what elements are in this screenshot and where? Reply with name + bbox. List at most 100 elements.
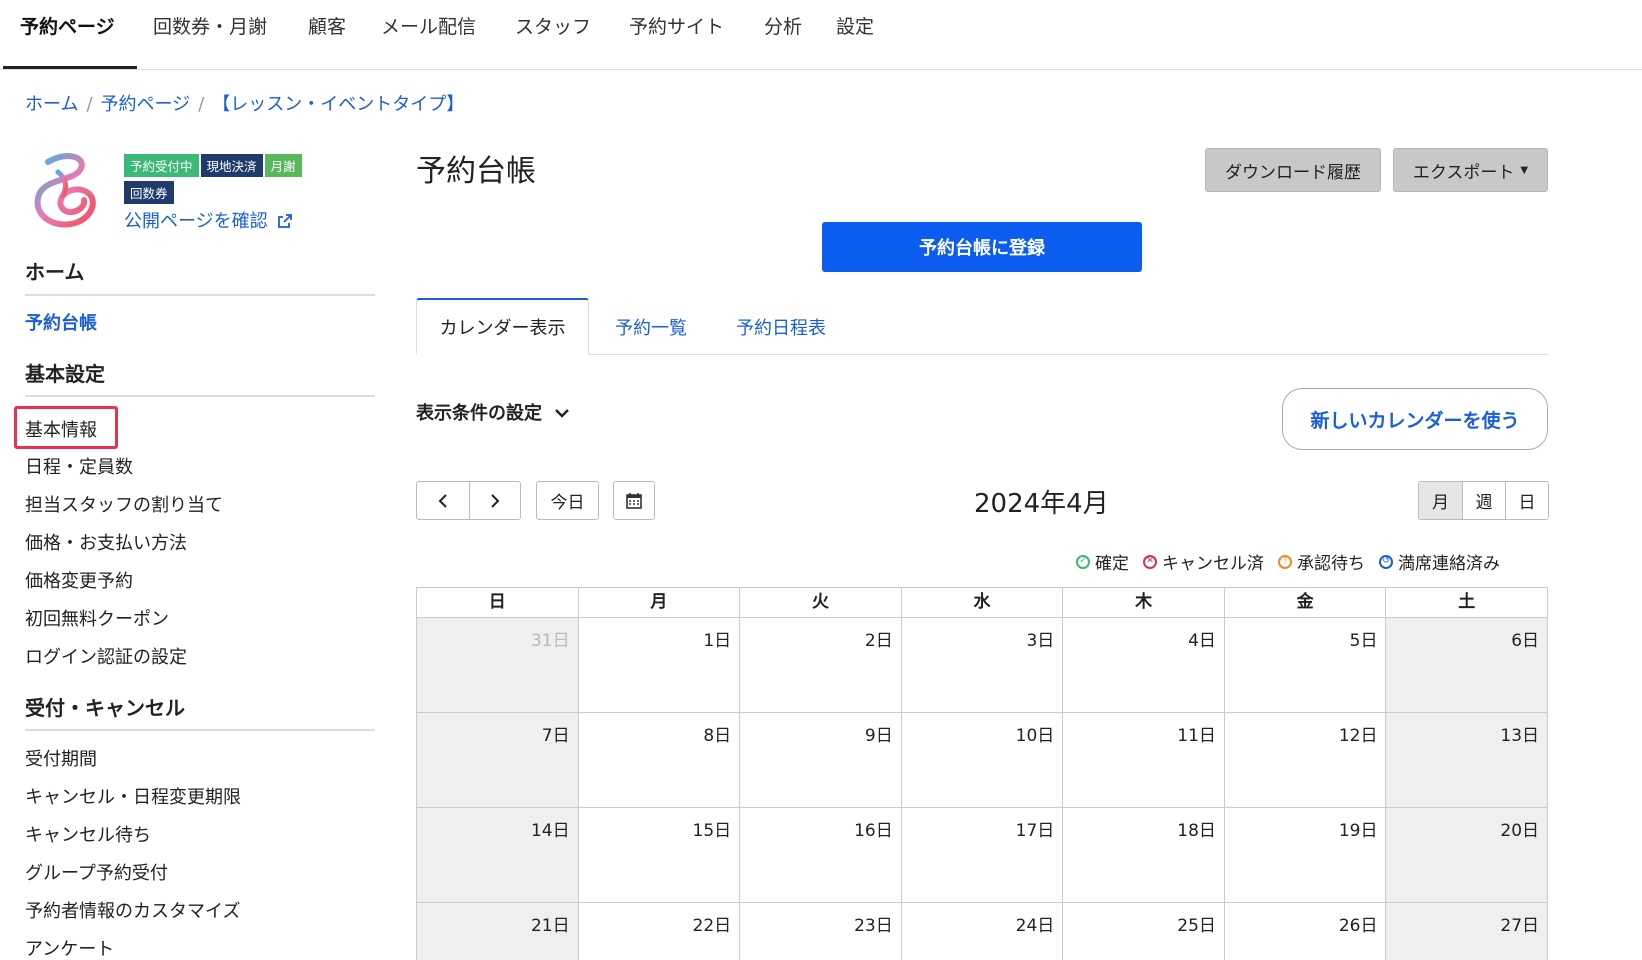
- calendar-day-cell[interactable]: 14日: [417, 808, 578, 902]
- sidebar-item-reception-period[interactable]: 受付期間: [25, 745, 97, 771]
- calendar-day-cell[interactable]: 5日: [1223, 618, 1386, 712]
- external-link-icon: [278, 214, 293, 228]
- check-icon: ✓: [1076, 554, 1090, 569]
- calendar-week: 21日 22日 23日 24日 25日 26日 27日: [416, 903, 1548, 960]
- calendar-day-cell[interactable]: 18日: [1062, 808, 1224, 902]
- nav-staff[interactable]: スタッフ: [515, 12, 591, 39]
- sidebar-item-price[interactable]: 価格・お支払い方法: [25, 529, 187, 555]
- download-history-button[interactable]: ダウンロード履歴: [1205, 148, 1381, 192]
- sidebar-item-coupon[interactable]: 初回無料クーポン: [25, 605, 169, 631]
- calendar-day-cell[interactable]: 27日: [1385, 903, 1548, 960]
- tab-schedule[interactable]: 予約日程表: [736, 298, 826, 355]
- breadcrumb-current[interactable]: 【レッスン・イベントタイプ】: [212, 94, 464, 115]
- prev-month-button[interactable]: [416, 481, 470, 520]
- breadcrumb-reservation-page[interactable]: 予約ページ: [101, 94, 191, 115]
- weekday-label: 火: [739, 588, 901, 617]
- calendar-day-cell[interactable]: 31日: [417, 618, 578, 712]
- calendar-day-cell[interactable]: 1日: [577, 618, 740, 712]
- view-switcher: 月 週 日: [1418, 481, 1549, 520]
- sidebar-heading-reception: 受付・キャンセル: [25, 696, 185, 720]
- calendar-day-cell[interactable]: 23日: [739, 903, 901, 960]
- calendar-day-cell[interactable]: 11日: [1062, 713, 1224, 807]
- breadcrumb-home[interactable]: ホーム: [25, 94, 78, 115]
- calendar-day-cell[interactable]: 9日: [739, 713, 901, 807]
- nav-tickets[interactable]: 回数券・月謝: [153, 12, 267, 39]
- calendar-day-cell[interactable]: 21日: [417, 903, 578, 960]
- sidebar-item-cancel-deadline[interactable]: キャンセル・日程変更期限: [25, 783, 241, 809]
- nav-analytics[interactable]: 分析: [764, 12, 802, 39]
- calendar-day-cell[interactable]: 15日: [577, 808, 740, 902]
- page-title: 予約台帳: [416, 154, 536, 189]
- calendar-day-cell[interactable]: 6日: [1385, 618, 1548, 712]
- calendar-day-cell[interactable]: 22日: [577, 903, 740, 960]
- sidebar-item-group[interactable]: グループ予約受付: [25, 859, 168, 885]
- weekday-label: 木: [1062, 588, 1224, 617]
- sidebar-divider: [25, 395, 375, 397]
- sidebar-item-survey[interactable]: アンケート: [25, 935, 114, 960]
- calendar-day-cell[interactable]: 25日: [1062, 903, 1224, 960]
- status-legend: ✓ 確定 ✕ キャンセル済 ! 承認待ち ↺ 満席連絡済み: [1076, 549, 1500, 574]
- page-logo: [28, 148, 104, 234]
- calendar-day-cell[interactable]: 26日: [1223, 903, 1386, 960]
- register-ledger-button[interactable]: 予約台帳に登録: [822, 222, 1142, 272]
- status-badge: 予約受付中: [124, 154, 199, 177]
- calendar-icon: [626, 492, 642, 509]
- view-month-button[interactable]: 月: [1419, 482, 1462, 519]
- calendar-day-cell[interactable]: 20日: [1385, 808, 1548, 902]
- sidebar-item-price-change[interactable]: 価格変更予約: [25, 567, 133, 593]
- status-badge: 現地決済: [200, 154, 263, 177]
- status-badge: 月謝: [264, 154, 302, 177]
- weekday-label: 水: [900, 588, 1063, 617]
- export-button[interactable]: エクスポート ▼: [1393, 148, 1548, 192]
- calendar-day-cell[interactable]: 3日: [900, 618, 1063, 712]
- month-title: 2024年4月: [974, 489, 1109, 519]
- nav-active-underline: [3, 66, 137, 69]
- nav-customers[interactable]: 顧客: [308, 12, 346, 39]
- filter-toggle[interactable]: 表示条件の設定: [416, 399, 570, 425]
- calendar-day-cell[interactable]: 10日: [900, 713, 1063, 807]
- calendar-day-cell[interactable]: 7日: [417, 713, 578, 807]
- sidebar-item-customize[interactable]: 予約者情報のカスタマイズ: [25, 897, 240, 923]
- sidebar-item-login-auth[interactable]: ログイン認証の設定: [25, 643, 187, 669]
- top-nav: 予約ページ 回数券・月謝 顧客 メール配信 スタッフ 予約サイト 分析 設定: [0, 0, 1642, 70]
- view-day-button[interactable]: 日: [1505, 482, 1548, 519]
- weekday-label: 土: [1385, 588, 1547, 617]
- calendar-day-cell[interactable]: 16日: [739, 808, 901, 902]
- sidebar-divider: [25, 294, 375, 296]
- next-month-button[interactable]: [469, 481, 521, 520]
- nav-reservation-site[interactable]: 予約サイト: [629, 12, 724, 39]
- sidebar-heading-basic: 基本設定: [25, 362, 105, 386]
- new-calendar-button[interactable]: 新しいカレンダーを使う: [1282, 388, 1548, 450]
- today-button[interactable]: 今日: [536, 481, 599, 520]
- date-picker-button[interactable]: [613, 481, 655, 520]
- calendar-day-cell[interactable]: 17日: [900, 808, 1063, 902]
- calendar-day-cell[interactable]: 12日: [1223, 713, 1386, 807]
- calendar-day-cell[interactable]: 4日: [1062, 618, 1224, 712]
- sidebar-item-schedule[interactable]: 日程・定員数: [25, 453, 133, 479]
- pending-icon: !: [1278, 554, 1292, 569]
- calendar-day-cell[interactable]: 8日: [577, 713, 740, 807]
- sidebar-item-staff-assign[interactable]: 担当スタッフの割り当て: [25, 491, 223, 517]
- calendar-week: 7日 8日 9日 10日 11日 12日 13日: [416, 713, 1548, 808]
- month-calendar: 日 月 火 水 木 金 土 31日 1日 2日 3日 4日 5日 6日 7日 8…: [416, 587, 1548, 960]
- status-badge: 回数券: [124, 181, 174, 204]
- calendar-day-cell[interactable]: 13日: [1385, 713, 1548, 807]
- nav-reservation-page[interactable]: 予約ページ: [20, 12, 115, 39]
- calendar-day-cell[interactable]: 19日: [1223, 808, 1386, 902]
- public-page-link[interactable]: 公開ページを確認: [124, 207, 293, 233]
- view-week-button[interactable]: 週: [1462, 482, 1505, 519]
- nav-settings[interactable]: 設定: [836, 12, 874, 39]
- chevron-left-icon: [438, 493, 447, 508]
- tab-list[interactable]: 予約一覧: [615, 298, 687, 355]
- calendar-week: 31日 1日 2日 3日 4日 5日 6日: [416, 618, 1548, 713]
- calendar-day-cell[interactable]: 2日: [739, 618, 901, 712]
- sidebar-item-ledger[interactable]: 予約台帳: [25, 309, 97, 335]
- sidebar-divider: [25, 729, 375, 731]
- calendar-day-cell[interactable]: 24日: [900, 903, 1063, 960]
- nav-mail[interactable]: メール配信: [381, 12, 476, 39]
- tab-calendar[interactable]: カレンダー表示: [416, 298, 589, 355]
- sidebar-item-waitlist[interactable]: キャンセル待ち: [25, 821, 151, 847]
- breadcrumb: ホーム / 予約ページ / 【レッスン・イベントタイプ】: [25, 94, 465, 115]
- sidebar-heading-home: ホーム: [25, 260, 85, 284]
- chevron-right-icon: [491, 493, 500, 508]
